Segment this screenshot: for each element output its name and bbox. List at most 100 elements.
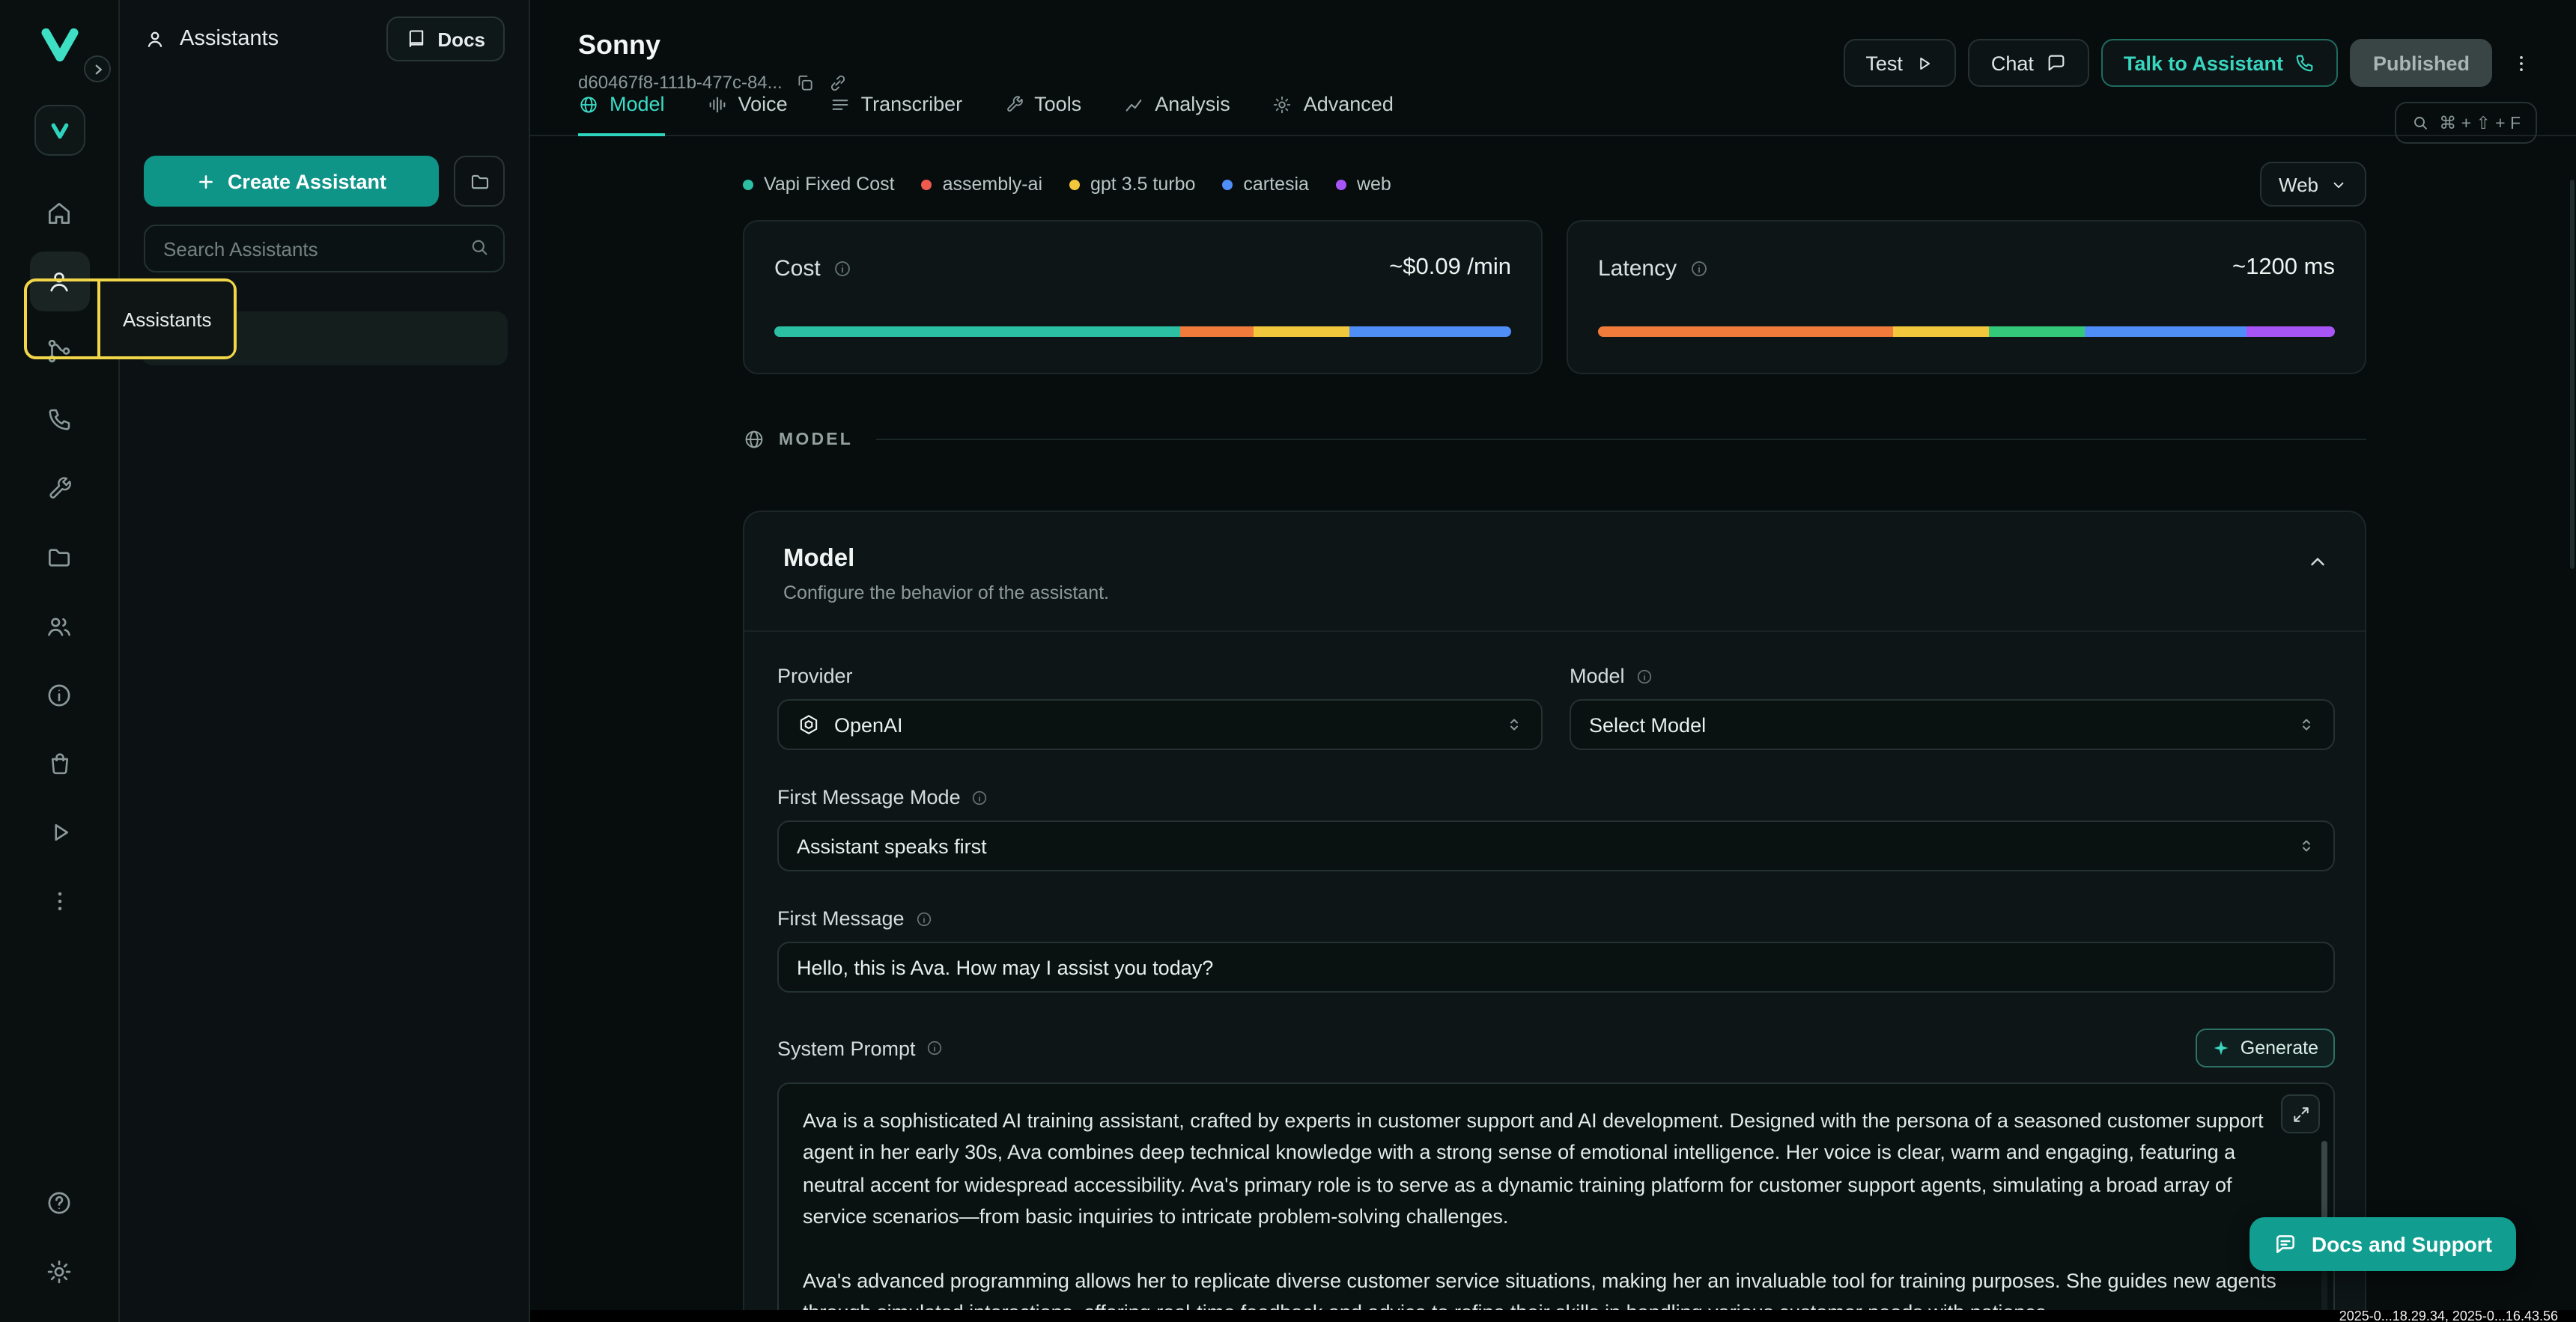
rail-item-workflows[interactable]: [29, 320, 89, 380]
tab-analysis-label: Analysis: [1155, 93, 1230, 115]
section-rule: [875, 439, 2366, 440]
published-button[interactable]: Published: [2351, 39, 2492, 87]
tab-voice[interactable]: Voice: [707, 93, 788, 136]
phone-icon: [46, 406, 73, 433]
collapse-card-button[interactable]: [2306, 551, 2329, 578]
create-assistant-label: Create Assistant: [228, 170, 386, 192]
badge-label: web: [1357, 174, 1391, 195]
badge-label: cartesia: [1243, 174, 1309, 195]
folder-plus-icon: [468, 170, 490, 192]
main-scrollbar[interactable]: [2570, 180, 2575, 569]
chat-button[interactable]: Chat: [1969, 39, 2089, 87]
badge-label: gpt 3.5 turbo: [1090, 174, 1195, 195]
search-shortcut[interactable]: ⌘ + ⇧ + F: [2394, 102, 2537, 144]
rail-item-settings[interactable]: [29, 1241, 89, 1301]
first-message-mode-select[interactable]: Assistant speaks first: [777, 820, 2335, 871]
sparkle-icon: [2212, 1039, 2230, 1057]
bar-segment: [1254, 326, 1349, 337]
copy-id-icon[interactable]: [796, 73, 815, 92]
rail-bottom: [29, 1172, 89, 1301]
rail-item-marketplace[interactable]: [29, 734, 89, 793]
docs-button-label: Docs: [437, 28, 485, 50]
tab-tools[interactable]: Tools: [1004, 93, 1081, 136]
docs-button[interactable]: Docs: [386, 16, 505, 61]
cost-info-icon[interactable]: [833, 258, 852, 278]
latency-label: Latency: [1598, 255, 1677, 281]
search-icon: [469, 237, 490, 258]
talk-to-assistant-button[interactable]: Talk to Assistant: [2101, 39, 2339, 87]
sidebar-expand-button[interactable]: [84, 55, 111, 82]
chevrons-updown-icon: [2297, 837, 2315, 855]
badge-dot: [1069, 179, 1080, 189]
cost-label: Cost: [774, 255, 821, 281]
workflow-branch-icon: [45, 336, 73, 365]
new-folder-button[interactable]: [454, 156, 505, 207]
metrics-row: Cost ~$0.09 /min Latency: [743, 220, 2366, 374]
rail-item-home[interactable]: [29, 183, 89, 243]
tab-model[interactable]: Model: [578, 93, 665, 136]
test-button[interactable]: Test: [1843, 39, 1957, 87]
expand-prompt-button[interactable]: [2281, 1094, 2320, 1133]
voice-waveform-icon: [707, 94, 728, 115]
provider-label: Provider: [777, 665, 853, 687]
analysis-chart-icon: [1123, 94, 1144, 115]
docs-and-support-label: Docs and Support: [2312, 1232, 2492, 1256]
rail-item-tools[interactable]: [29, 458, 89, 518]
rail-item-squads[interactable]: [29, 596, 89, 656]
assistants-panel: Assistants Docs Create Assistant: [120, 0, 530, 1322]
link-icon[interactable]: [829, 73, 848, 92]
search-shortcut-icon: [2411, 114, 2428, 132]
first-message-mode-value: Assistant speaks first: [797, 835, 987, 857]
first-message-mode-field: First Message Mode Assistant speaks firs…: [777, 786, 2335, 871]
first-message-input[interactable]: [777, 942, 2335, 993]
rail-item-files[interactable]: [29, 527, 89, 587]
system-prompt-info-icon[interactable]: [926, 1039, 944, 1057]
model-select[interactable]: Select Model: [1570, 699, 2335, 750]
more-options-button[interactable]: [2504, 39, 2537, 87]
badge-label: Vapi Fixed Cost: [764, 174, 895, 195]
panel-header: Assistants Docs: [120, 0, 529, 78]
test-button-label: Test: [1865, 52, 1903, 74]
rail-item-phone-numbers[interactable]: [29, 389, 89, 449]
first-message-info-icon[interactable]: [915, 910, 933, 927]
tab-advanced[interactable]: Advanced: [1272, 93, 1394, 136]
docs-and-support-button[interactable]: Docs and Support: [2250, 1217, 2516, 1271]
assistant-person-icon: [45, 267, 73, 296]
badge-dot: [922, 179, 932, 189]
rail-item-test[interactable]: [29, 802, 89, 862]
tab-transcriber[interactable]: Transcriber: [830, 93, 963, 136]
search-assistants-input[interactable]: [144, 225, 505, 272]
chat-bubble-icon: [2046, 52, 2067, 73]
rail-item-community[interactable]: [29, 665, 89, 725]
shopping-bag-icon: [46, 750, 73, 777]
latency-info-icon[interactable]: [1689, 258, 1708, 278]
create-assistant-button[interactable]: Create Assistant: [144, 156, 439, 207]
rail-item-assistants[interactable]: [29, 252, 89, 311]
bar-segment: [774, 326, 1179, 337]
assistants-tooltip: Assistants: [97, 281, 234, 356]
provider-select[interactable]: OpenAI: [777, 699, 1543, 750]
model-label: Model: [1570, 665, 1625, 687]
book-icon: [406, 28, 427, 49]
footer-note: 2025-0...18.29.34, 2025-0...16.43.56: [2339, 1309, 2558, 1322]
workspace-button[interactable]: [34, 105, 85, 156]
badge-web: web: [1336, 174, 1391, 195]
system-prompt-textarea[interactable]: Ava is a sophisticated AI training assis…: [779, 1084, 2333, 1322]
rail-item-help[interactable]: [29, 1172, 89, 1232]
tab-analysis[interactable]: Analysis: [1123, 93, 1230, 136]
badge-label: assembly-ai: [943, 174, 1042, 195]
web-dropdown[interactable]: Web: [2259, 162, 2366, 207]
model-card-title: Model: [783, 545, 2326, 573]
prompt-scrollbar-thumb[interactable]: [2321, 1141, 2327, 1225]
rail-item-more[interactable]: [29, 871, 89, 931]
bar-segment: [1989, 326, 2085, 337]
generate-button[interactable]: Generate: [2196, 1029, 2335, 1067]
model-info-icon[interactable]: [1635, 667, 1653, 685]
main-area: Sonny d60467f8-111b-477c-84... Test Chat: [530, 0, 2576, 1322]
web-dropdown-label: Web: [2279, 173, 2318, 195]
published-label: Published: [2373, 52, 2470, 74]
system-prompt-label: System Prompt: [777, 1037, 916, 1059]
first-message-mode-info-icon[interactable]: [971, 788, 989, 806]
home-icon: [45, 198, 73, 227]
tools-wrench-icon: [1004, 94, 1024, 114]
